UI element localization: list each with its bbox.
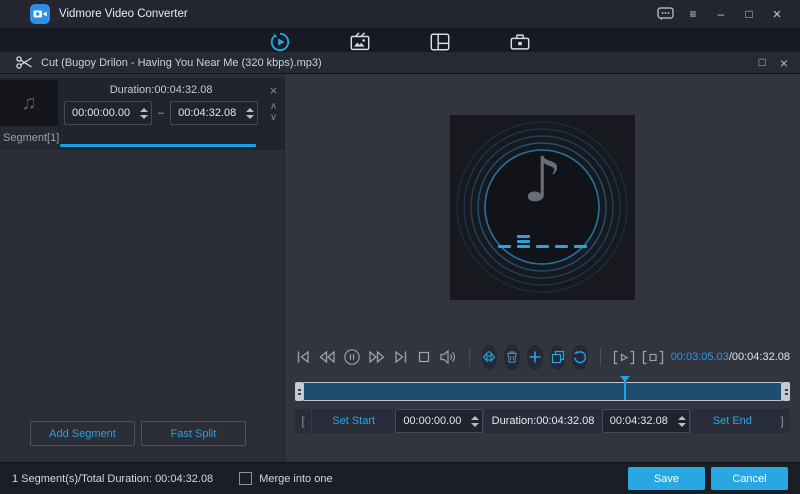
- trim-start-field: [395, 409, 484, 433]
- equalizer-icon: [450, 235, 635, 248]
- segment-panel: ♫ Segment[1] Duration:00:04:32.08 –: [0, 74, 285, 462]
- app-logo-icon: [30, 4, 50, 24]
- end-bracket: ]: [780, 414, 784, 428]
- stop-segment-button[interactable]: [642, 348, 664, 366]
- add-segment-button[interactable]: Add Segment: [30, 421, 135, 446]
- stepper-down-icon[interactable]: [246, 114, 255, 119]
- segment-move-down-icon[interactable]: ∨: [270, 112, 277, 123]
- segments-summary: 1 Segment(s)/Total Duration: 00:04:32.08: [12, 472, 214, 485]
- range-separator: –: [158, 107, 165, 119]
- rewind-icon[interactable]: [318, 348, 336, 366]
- skip-to-start-icon[interactable]: [295, 348, 311, 366]
- trim-start-handle[interactable]: [295, 382, 303, 401]
- pause-button-icon[interactable]: [343, 348, 361, 366]
- add-segment-icon-button[interactable]: [527, 344, 543, 370]
- titlebar: Vidmore Video Converter ≡ – □ ×: [0, 0, 800, 28]
- current-time: 00:03:05.03: [670, 351, 729, 363]
- split-segment-button[interactable]: [481, 344, 498, 370]
- divider: [469, 348, 470, 366]
- close-button[interactable]: ×: [768, 5, 786, 23]
- trim-duration-label: Duration:00:04:32.08: [483, 409, 601, 433]
- playback-controls: 00:03:05.03/00:04:32.08: [295, 342, 790, 372]
- segment-end-field: [170, 101, 259, 125]
- scissors-icon: [16, 55, 33, 70]
- footer-bar: 1 Segment(s)/Total Duration: 00:04:32.08…: [0, 462, 800, 494]
- trim-start-input[interactable]: [395, 409, 484, 433]
- maximize-button[interactable]: □: [740, 5, 758, 23]
- trim-end-handle[interactable]: [782, 382, 790, 401]
- merge-checkbox[interactable]: [239, 472, 253, 485]
- stepper-up-icon[interactable]: [677, 415, 686, 420]
- collage-tab-icon[interactable]: [428, 31, 452, 52]
- converter-tab-icon[interactable]: [268, 31, 292, 52]
- start-bracket: [: [301, 414, 305, 428]
- segment-item[interactable]: ♫ Segment[1] Duration:00:04:32.08 –: [0, 78, 285, 150]
- fast-forward-icon[interactable]: [368, 348, 386, 366]
- copy-segment-button[interactable]: [549, 344, 566, 370]
- stop-icon[interactable]: [416, 348, 432, 366]
- segment-thumbnail: ♫: [0, 80, 58, 126]
- feature-nav: [0, 28, 800, 52]
- dialog-close-button[interactable]: ×: [780, 56, 788, 70]
- segment-delete-icon[interactable]: ×: [270, 84, 278, 97]
- delete-segment-button[interactable]: [504, 344, 520, 370]
- menu-icon[interactable]: ≡: [684, 5, 702, 23]
- segment-move-up-icon[interactable]: ∧: [270, 101, 277, 112]
- trim-end-input[interactable]: [601, 409, 690, 433]
- total-time: 00:04:32.08: [731, 351, 790, 363]
- segment-range-bar: [60, 144, 257, 147]
- set-start-button[interactable]: Set Start: [311, 409, 395, 433]
- trim-bar: [ Set Start Duration:00:04:32.08 Set End: [295, 409, 790, 433]
- music-note-icon: ♪: [522, 143, 563, 216]
- segment-end-input[interactable]: [170, 101, 259, 125]
- timeline: [295, 376, 790, 401]
- stepper-up-icon[interactable]: [140, 107, 148, 112]
- stepper-down-icon[interactable]: [677, 422, 686, 427]
- timeline-track[interactable]: [303, 376, 782, 401]
- playhead[interactable]: [620, 376, 631, 400]
- skip-to-end-icon[interactable]: [393, 348, 409, 366]
- cut-dialog-title: Cut (Bugoy Drilon - Having You Near Me (…: [41, 56, 322, 69]
- segment-duration-label: Duration:00:04:32.08: [109, 84, 213, 96]
- player-panel: ♪ 00:03:05.03/00:04:32.08 [Set Start 00…: [285, 74, 800, 462]
- feedback-icon[interactable]: [656, 5, 674, 23]
- volume-icon[interactable]: [439, 348, 457, 366]
- trim-end-field: [601, 409, 690, 433]
- segment-label: Segment[1]: [0, 126, 59, 150]
- beamed-note-icon: ♫: [21, 91, 37, 114]
- stepper-down-icon[interactable]: [471, 422, 480, 427]
- app-title: Vidmore Video Converter: [59, 8, 188, 20]
- cancel-button[interactable]: Cancel: [711, 467, 788, 490]
- merge-label: Merge into one: [259, 472, 333, 485]
- cut-dialog-titlebar: Cut (Bugoy Drilon - Having You Near Me (…: [0, 52, 800, 74]
- mv-tab-icon[interactable]: [348, 31, 372, 52]
- minimize-button[interactable]: –: [712, 5, 730, 23]
- stepper-up-icon[interactable]: [471, 415, 480, 420]
- time-display: 00:03:05.03/00:04:32.08: [671, 351, 790, 363]
- divider: [600, 348, 601, 366]
- cut-dialog-body: ♫ Segment[1] Duration:00:04:32.08 –: [0, 74, 800, 462]
- stepper-up-icon[interactable]: [246, 107, 255, 112]
- play-segment-button[interactable]: [613, 348, 635, 366]
- dialog-maximize-button[interactable]: □: [759, 56, 766, 70]
- segment-start-input[interactable]: [64, 101, 152, 125]
- reset-button[interactable]: [572, 344, 589, 370]
- save-button[interactable]: Save: [628, 467, 705, 490]
- segment-start-field: [64, 101, 152, 125]
- audio-visualization: ♪: [450, 115, 635, 300]
- toolbox-tab-icon[interactable]: [508, 31, 532, 52]
- fast-split-button[interactable]: Fast Split: [141, 421, 246, 446]
- set-end-button[interactable]: Set End: [689, 409, 774, 433]
- app-window: Vidmore Video Converter ≡ – □ × Cut (Bug…: [0, 0, 800, 494]
- stepper-down-icon[interactable]: [140, 114, 148, 119]
